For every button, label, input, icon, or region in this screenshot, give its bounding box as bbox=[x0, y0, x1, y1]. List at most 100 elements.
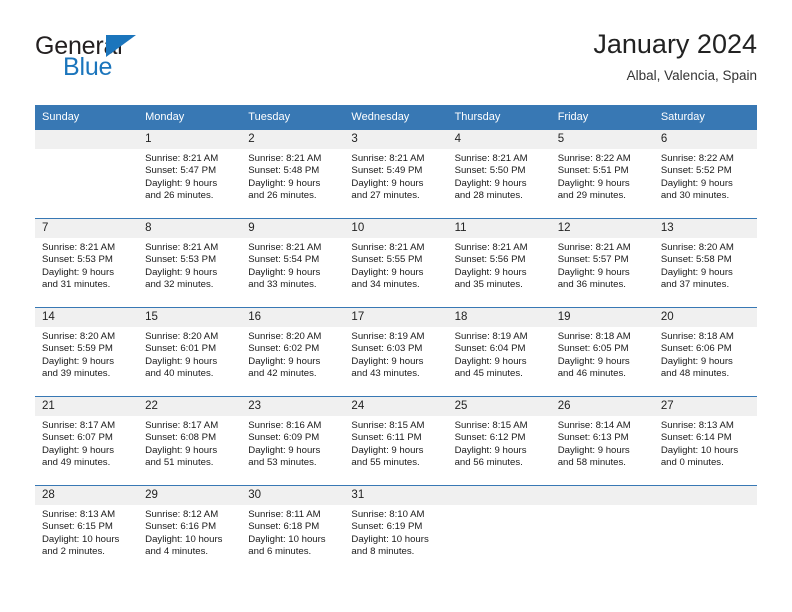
page-subtitle: Albal, Valencia, Spain bbox=[626, 68, 757, 83]
day-cell[interactable]: 3 Sunrise: 8:21 AM Sunset: 5:49 PM Daylight… bbox=[344, 129, 448, 218]
daylight-text-line2: and 51 minutes. bbox=[145, 457, 214, 469]
daylight-text-line1: Daylight: 9 hours bbox=[454, 266, 527, 278]
day-number: 14 bbox=[35, 308, 139, 327]
daylight-text-line2: and 26 minutes. bbox=[248, 190, 317, 202]
sunset-text: Sunset: 6:02 PM bbox=[248, 343, 320, 355]
daylight-text-line2: and 31 minutes. bbox=[42, 279, 111, 291]
daylight-text-line1: Daylight: 9 hours bbox=[660, 266, 733, 278]
day-cell[interactable]: 18 Sunrise: 8:19 AM Sunset: 6:04 PM Dayligh… bbox=[447, 307, 551, 396]
day-details: Sunrise: 8:20 AM Sunset: 6:01 PM Daylight:… bbox=[138, 327, 241, 381]
sunrise-text: Sunrise: 8:10 AM bbox=[351, 509, 425, 520]
sunset-text: Sunset: 6:12 PM bbox=[454, 432, 526, 444]
weekday-header-tuesday: Tuesday bbox=[241, 105, 345, 129]
day-number: 24 bbox=[344, 397, 448, 416]
daylight-text-line2: and 40 minutes. bbox=[145, 368, 214, 380]
daylight-text-line2: and 48 minutes. bbox=[660, 368, 730, 380]
day-cell[interactable]: 27 Sunrise: 8:13 AM Sunset: 6:14 PM Dayligh… bbox=[653, 396, 757, 485]
weekday-header-sunday: Sunday bbox=[35, 105, 139, 129]
sunset-text: Sunset: 6:04 PM bbox=[454, 343, 526, 355]
day-number: 13 bbox=[653, 219, 757, 238]
title-block: January 2024 Albal, Valencia, Spain bbox=[593, 28, 757, 86]
day-cell[interactable]: 8 Sunrise: 8:21 AM Sunset: 5:53 PM Daylight… bbox=[138, 218, 242, 307]
day-number: 29 bbox=[138, 486, 242, 505]
daylight-text-line2: and 53 minutes. bbox=[248, 457, 317, 469]
day-number: 23 bbox=[241, 397, 345, 416]
day-cell[interactable]: 2 Sunrise: 8:21 AM Sunset: 5:48 PM Daylight… bbox=[241, 129, 345, 218]
sunset-text: Sunset: 6:01 PM bbox=[145, 343, 217, 355]
daylight-text-line1: Daylight: 9 hours bbox=[454, 355, 527, 367]
daylight-text-line2: and 8 minutes. bbox=[351, 546, 415, 558]
day-number: 20 bbox=[653, 308, 757, 327]
day-cell[interactable]: 21 Sunrise: 8:17 AM Sunset: 6:07 PM Dayligh… bbox=[35, 396, 139, 485]
day-cell[interactable]: 28 Sunrise: 8:13 AM Sunset: 6:15 PM Dayligh… bbox=[35, 485, 139, 574]
day-cell[interactable]: 7 Sunrise: 8:21 AM Sunset: 5:53 PM Daylight… bbox=[35, 218, 139, 307]
day-details: Sunrise: 8:21 AM Sunset: 5:54 PM Daylight:… bbox=[241, 238, 344, 292]
sunset-text: Sunset: 6:13 PM bbox=[557, 432, 629, 444]
sunrise-text: Sunrise: 8:20 AM bbox=[42, 331, 116, 342]
day-cell[interactable]: 6 Sunrise: 8:22 AM Sunset: 5:52 PM Daylight… bbox=[653, 129, 757, 218]
sunrise-text: Sunrise: 8:14 AM bbox=[557, 420, 631, 431]
brand-name-blue: Blue bbox=[63, 53, 113, 81]
sunset-text: Sunset: 5:59 PM bbox=[42, 343, 113, 355]
day-cell[interactable]: 23 Sunrise: 8:16 AM Sunset: 6:09 PM Dayligh… bbox=[241, 396, 345, 485]
sunset-text: Sunset: 5:48 PM bbox=[248, 165, 320, 177]
day-cell[interactable]: 29 Sunrise: 8:12 AM Sunset: 6:16 PM Dayligh… bbox=[138, 485, 242, 574]
day-cell[interactable]: 13 Sunrise: 8:20 AM Sunset: 5:58 PM Dayligh… bbox=[653, 218, 757, 307]
day-cell[interactable]: 25 Sunrise: 8:15 AM Sunset: 6:12 PM Dayligh… bbox=[447, 396, 551, 485]
daylight-text-line1: Daylight: 9 hours bbox=[42, 355, 114, 367]
daylight-text-line1: Daylight: 9 hours bbox=[351, 177, 424, 189]
day-cell[interactable]: 9 Sunrise: 8:21 AM Sunset: 5:54 PM Daylight… bbox=[241, 218, 345, 307]
sunrise-text: Sunrise: 8:13 AM bbox=[42, 509, 116, 520]
sunset-text: Sunset: 6:16 PM bbox=[145, 521, 217, 533]
calendar-week-row: 7 Sunrise: 8:21 AM Sunset: 5:53 PM Daylight… bbox=[35, 218, 757, 307]
day-details: Sunrise: 8:21 AM Sunset: 5:50 PM Daylight:… bbox=[448, 149, 551, 203]
day-cell[interactable]: 12 Sunrise: 8:21 AM Sunset: 5:57 PM Dayligh… bbox=[550, 218, 654, 307]
day-cell[interactable]: 20 Sunrise: 8:18 AM Sunset: 6:06 PM Dayligh… bbox=[653, 307, 757, 396]
day-cell[interactable]: 10 Sunrise: 8:21 AM Sunset: 5:55 PM Dayligh… bbox=[344, 218, 448, 307]
sunrise-text: Sunrise: 8:17 AM bbox=[42, 420, 116, 431]
sunrise-text: Sunrise: 8:19 AM bbox=[454, 331, 528, 342]
sunrise-text: Sunrise: 8:21 AM bbox=[145, 242, 219, 253]
day-cell[interactable]: 30 Sunrise: 8:11 AM Sunset: 6:18 PM Dayligh… bbox=[241, 485, 345, 574]
day-number: 28 bbox=[35, 486, 139, 505]
day-number: 7 bbox=[35, 219, 139, 238]
day-cell[interactable]: 1 Sunrise: 8:21 AM Sunset: 5:47 PM Daylight… bbox=[138, 129, 242, 218]
day-number: 30 bbox=[241, 486, 345, 505]
sunset-text: Sunset: 6:19 PM bbox=[351, 521, 423, 533]
day-cell[interactable]: 26 Sunrise: 8:14 AM Sunset: 6:13 PM Dayligh… bbox=[550, 396, 654, 485]
day-cell[interactable]: 16 Sunrise: 8:20 AM Sunset: 6:02 PM Dayligh… bbox=[241, 307, 345, 396]
day-number: 19 bbox=[550, 308, 654, 327]
day-number bbox=[550, 486, 654, 505]
day-cell[interactable]: 4 Sunrise: 8:21 AM Sunset: 5:50 PM Daylight… bbox=[447, 129, 551, 218]
day-cell[interactable]: 31 Sunrise: 8:10 AM Sunset: 6:19 PM Dayligh… bbox=[344, 485, 448, 574]
sunset-text: Sunset: 5:56 PM bbox=[454, 254, 526, 266]
daylight-text-line1: Daylight: 9 hours bbox=[557, 355, 630, 367]
daylight-text-line1: Daylight: 9 hours bbox=[660, 355, 733, 367]
daylight-text-line2: and 43 minutes. bbox=[351, 368, 420, 380]
day-cell[interactable]: 11 Sunrise: 8:21 AM Sunset: 5:56 PM Dayligh… bbox=[447, 218, 551, 307]
day-cell-empty bbox=[653, 485, 757, 574]
sunrise-text: Sunrise: 8:18 AM bbox=[660, 331, 734, 342]
day-cell[interactable]: 19 Sunrise: 8:18 AM Sunset: 6:05 PM Dayligh… bbox=[550, 307, 654, 396]
day-details: Sunrise: 8:20 AM Sunset: 5:58 PM Daylight:… bbox=[654, 238, 757, 292]
day-cell[interactable]: 5 Sunrise: 8:22 AM Sunset: 5:51 PM Daylight… bbox=[550, 129, 654, 218]
day-cell[interactable]: 24 Sunrise: 8:15 AM Sunset: 6:11 PM Dayligh… bbox=[344, 396, 448, 485]
day-cell[interactable]: 15 Sunrise: 8:20 AM Sunset: 6:01 PM Dayligh… bbox=[138, 307, 242, 396]
brand-logo[interactable]: General Blue bbox=[35, 32, 235, 90]
day-details: Sunrise: 8:21 AM Sunset: 5:49 PM Daylight:… bbox=[344, 149, 447, 203]
daylight-text-line1: Daylight: 9 hours bbox=[351, 355, 424, 367]
daylight-text-line2: and 26 minutes. bbox=[145, 190, 214, 202]
day-cell[interactable]: 14 Sunrise: 8:20 AM Sunset: 5:59 PM Dayligh… bbox=[35, 307, 139, 396]
sunrise-text: Sunrise: 8:21 AM bbox=[145, 153, 219, 164]
calendar-table: Sunday Monday Tuesday Wednesday Thursday Frid… bbox=[35, 105, 757, 574]
weekday-header-friday: Friday bbox=[550, 105, 654, 129]
day-cell[interactable]: 22 Sunrise: 8:17 AM Sunset: 6:08 PM Dayligh… bbox=[138, 396, 242, 485]
sunset-text: Sunset: 6:06 PM bbox=[660, 343, 732, 355]
daylight-text-line2: and 2 minutes. bbox=[42, 546, 105, 558]
day-cell[interactable]: 17 Sunrise: 8:19 AM Sunset: 6:03 PM Dayligh… bbox=[344, 307, 448, 396]
sunset-text: Sunset: 6:18 PM bbox=[248, 521, 320, 533]
day-number: 11 bbox=[447, 219, 551, 238]
day-cell-empty bbox=[35, 129, 139, 218]
sunrise-text: Sunrise: 8:15 AM bbox=[454, 420, 528, 431]
daylight-text-line2: and 33 minutes. bbox=[248, 279, 317, 291]
